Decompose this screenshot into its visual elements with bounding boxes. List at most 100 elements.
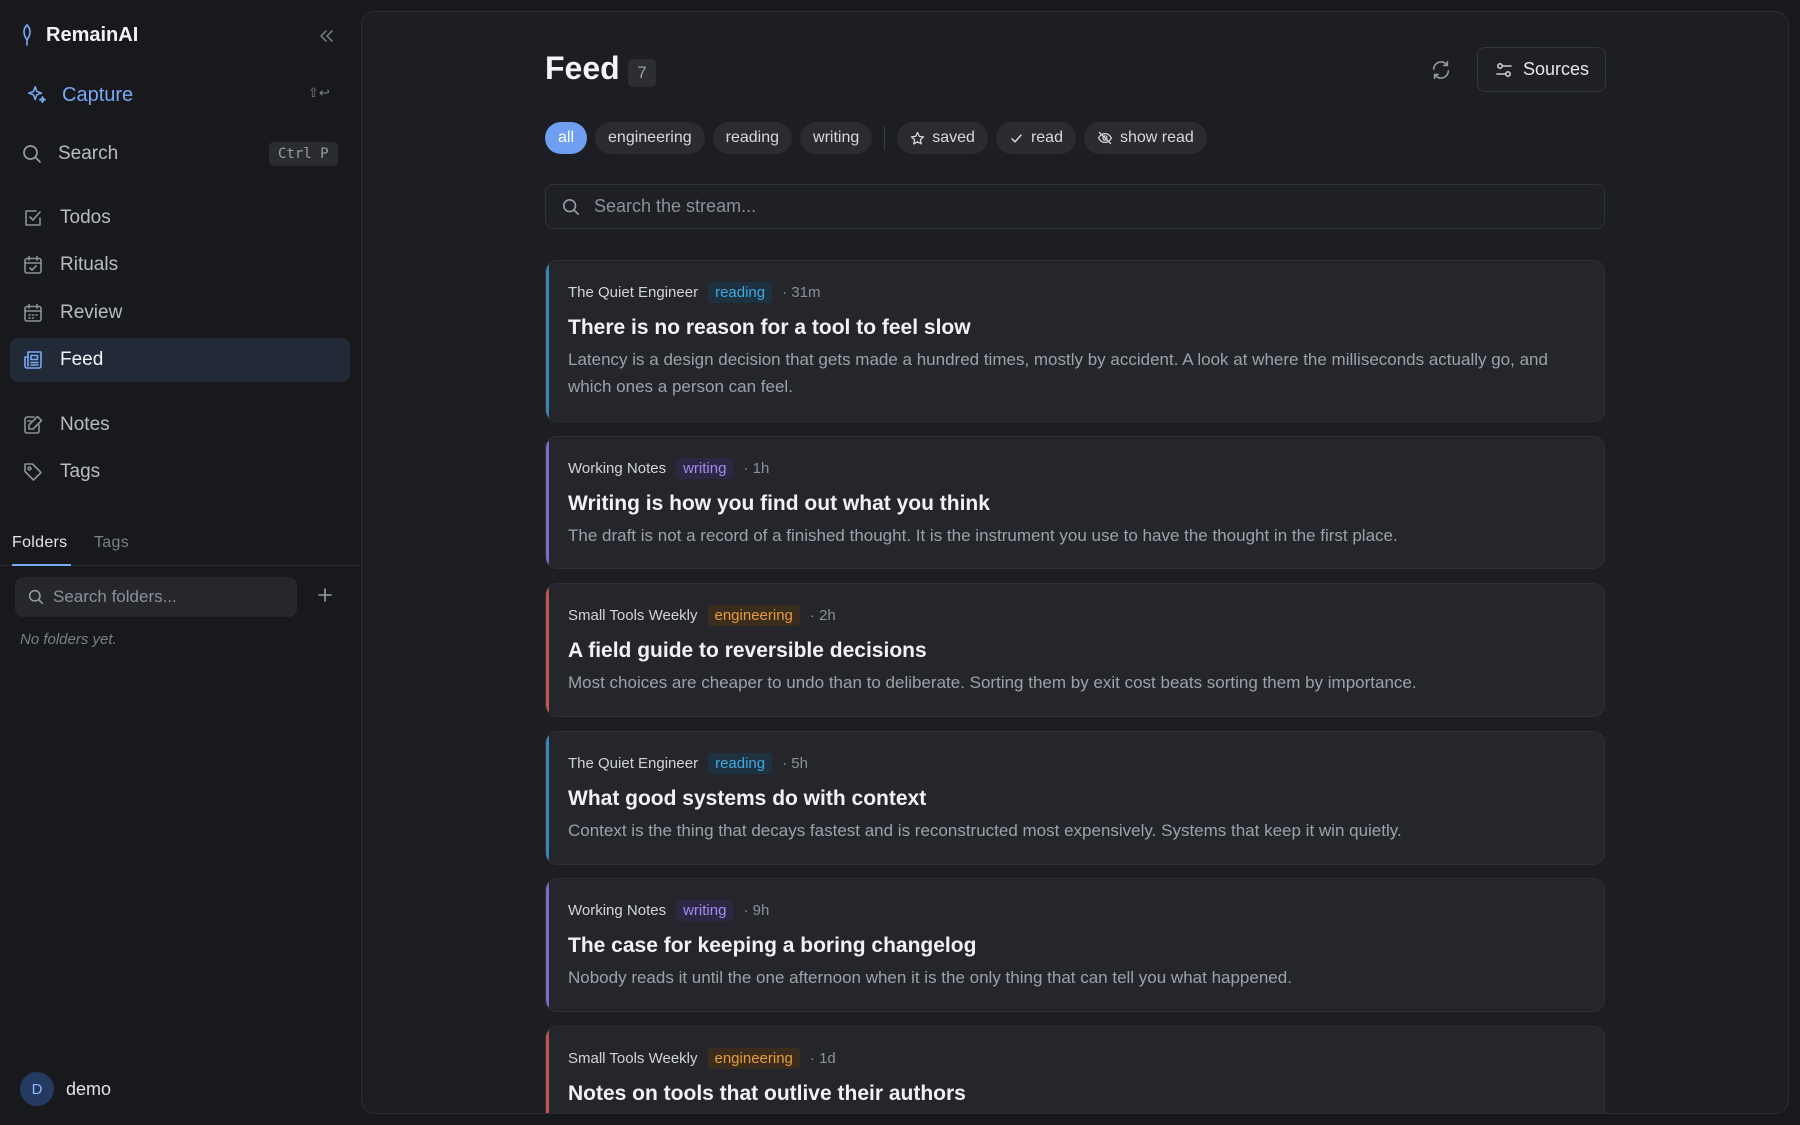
sidebar-tabs: Folders Tags — [0, 528, 360, 566]
add-folder-icon[interactable] — [316, 586, 334, 604]
user-name: demo — [66, 1078, 112, 1099]
page-title: Feed — [545, 50, 620, 86]
active-tab-indicator — [12, 564, 71, 566]
card-time: · 5h — [782, 754, 808, 772]
square-check-icon — [22, 207, 44, 229]
stream-search-input[interactable]: Search the stream... — [545, 184, 1605, 229]
calendar-icon — [22, 302, 44, 324]
feed-card[interactable]: The Quiet Engineer reading · 31m There i… — [545, 260, 1605, 422]
card-tag[interactable]: writing — [676, 899, 734, 921]
nav-item-label: Feed — [60, 349, 104, 370]
filter-toggle-label: read — [1030, 129, 1063, 146]
nav-item-feed[interactable]: Feed — [10, 338, 350, 382]
feed-card[interactable]: Small Tools Weekly engineering · 2h A fi… — [545, 583, 1605, 717]
card-tag[interactable]: reading — [708, 281, 773, 303]
nav-item-label: Notes — [60, 414, 110, 435]
card-title[interactable]: The case for keeping a boring changelog — [568, 933, 1582, 959]
card-time: · 1h — [743, 459, 770, 477]
card-source[interactable]: Working Notes — [568, 460, 666, 477]
search-icon — [22, 144, 42, 164]
filter-chip-writing[interactable]: writing — [800, 122, 873, 154]
remainai-logo-icon — [20, 24, 34, 46]
card-time: · 31m — [782, 283, 821, 301]
card-time: · 2h — [809, 606, 836, 624]
filter-toggle-label: saved — [932, 129, 975, 146]
feed-count-badge: 7 — [628, 59, 656, 87]
card-title[interactable]: A field guide to reversible decisions — [568, 638, 1582, 664]
refresh-icon[interactable] — [1430, 59, 1452, 81]
tab-folders[interactable]: Folders — [12, 534, 67, 552]
feed-panel: Feed 7 Sources all engineering reading w… — [361, 11, 1789, 1114]
search-label: Search — [58, 143, 119, 164]
card-title[interactable]: There is no reason for a tool to feel sl… — [568, 315, 1582, 341]
card-summary: Most choices are cheaper to undo than to… — [568, 673, 1417, 692]
search-icon — [562, 198, 580, 216]
nav-item-label: Tags — [60, 461, 101, 482]
feed-card[interactable]: Small Tools Weekly engineering · 1d Note… — [545, 1026, 1605, 1113]
card-summary: Context is the thing that decays fastest… — [568, 821, 1402, 840]
card-tag[interactable]: reading — [708, 752, 773, 774]
card-tag[interactable]: engineering — [707, 1047, 800, 1069]
nav-item-todos[interactable]: Todos — [10, 196, 350, 240]
sparkles-icon — [26, 84, 48, 106]
card-source[interactable]: The Quiet Engineer — [568, 284, 698, 301]
empty-folders-text: No folders yet. — [20, 631, 117, 648]
card-tag[interactable]: engineering — [707, 604, 800, 626]
star-icon — [910, 131, 925, 146]
card-meta: Small Tools Weekly engineering · 2h — [568, 604, 1582, 626]
check-icon — [1009, 131, 1024, 146]
nav-item-tags[interactable]: Tags — [10, 450, 350, 494]
brand[interactable]: RemainAI — [20, 22, 138, 48]
filter-divider — [884, 126, 886, 150]
filter-toggle-saved[interactable]: saved — [897, 122, 988, 154]
eye-off-icon — [1097, 130, 1113, 146]
filter-chip-reading[interactable]: reading — [712, 122, 793, 154]
filter-toggle-label: show read — [1119, 129, 1194, 146]
search-icon — [28, 589, 44, 605]
filter-chip-all[interactable]: all — [545, 122, 588, 154]
nav-item-review[interactable]: Review — [10, 291, 350, 335]
card-title[interactable]: What good systems do with context — [568, 786, 1582, 812]
card-meta: Working Notes writing · 9h — [568, 899, 1582, 921]
collapse-sidebar-icon[interactable] — [316, 26, 336, 46]
nav-item-notes[interactable]: Notes — [10, 403, 350, 447]
card-source[interactable]: Small Tools Weekly — [568, 607, 698, 624]
sources-button[interactable]: Sources — [1477, 47, 1606, 92]
tab-tags[interactable]: Tags — [94, 534, 129, 552]
card-meta: Working Notes writing · 1h — [568, 457, 1582, 479]
user-menu[interactable]: D demo — [20, 1072, 111, 1106]
card-tag[interactable]: writing — [676, 457, 734, 479]
note-edit-icon — [22, 414, 44, 436]
card-source[interactable]: Working Notes — [568, 902, 666, 919]
stream-search-placeholder: Search the stream... — [594, 196, 757, 216]
card-source[interactable]: Small Tools Weekly — [568, 1050, 698, 1067]
filter-chip-engineering[interactable]: engineering — [595, 122, 705, 154]
filter-toggle-read[interactable]: read — [995, 122, 1076, 154]
card-time: · 9h — [743, 901, 770, 919]
card-time: · 1d — [809, 1049, 836, 1067]
nav-item-rituals[interactable]: Rituals — [10, 243, 350, 287]
filter-bar: all engineering reading writing saved re… — [545, 122, 1207, 154]
capture-label: Capture — [62, 83, 134, 106]
folder-search-placeholder: Search folders... — [53, 587, 177, 606]
capture-button[interactable]: Capture — [26, 80, 133, 110]
card-meta: The Quiet Engineer reading · 5h — [568, 752, 1582, 774]
card-title[interactable]: Notes on tools that outlive their author… — [568, 1081, 1582, 1107]
card-summary: Nobody reads it until the one afternoon … — [568, 968, 1292, 987]
nav-item-label: Rituals — [60, 254, 119, 275]
sidebar: RemainAI Capture ⇧↩ Search Ctrl P Todos … — [0, 0, 360, 1125]
calendar-check-icon — [22, 254, 44, 276]
nav-item-label: Review — [60, 302, 123, 323]
feed-card[interactable]: Working Notes writing · 1h Writing is ho… — [545, 436, 1605, 569]
card-summary: The draft is not a record of a finished … — [568, 526, 1398, 545]
folder-search-input[interactable]: Search folders... — [15, 577, 297, 617]
search-button[interactable]: Search — [22, 140, 118, 168]
feed-card[interactable]: Working Notes writing · 9h The case for … — [545, 878, 1605, 1012]
feed-card[interactable]: The Quiet Engineer reading · 5h What goo… — [545, 731, 1605, 865]
card-summary: Latency is a design decision that gets m… — [568, 350, 1548, 396]
search-shortcut: Ctrl P — [269, 142, 338, 166]
newspaper-icon — [22, 349, 44, 371]
card-title[interactable]: Writing is how you find out what you thi… — [568, 491, 1582, 517]
filter-toggle-show-read[interactable]: show read — [1083, 122, 1207, 154]
card-source[interactable]: The Quiet Engineer — [568, 755, 698, 772]
